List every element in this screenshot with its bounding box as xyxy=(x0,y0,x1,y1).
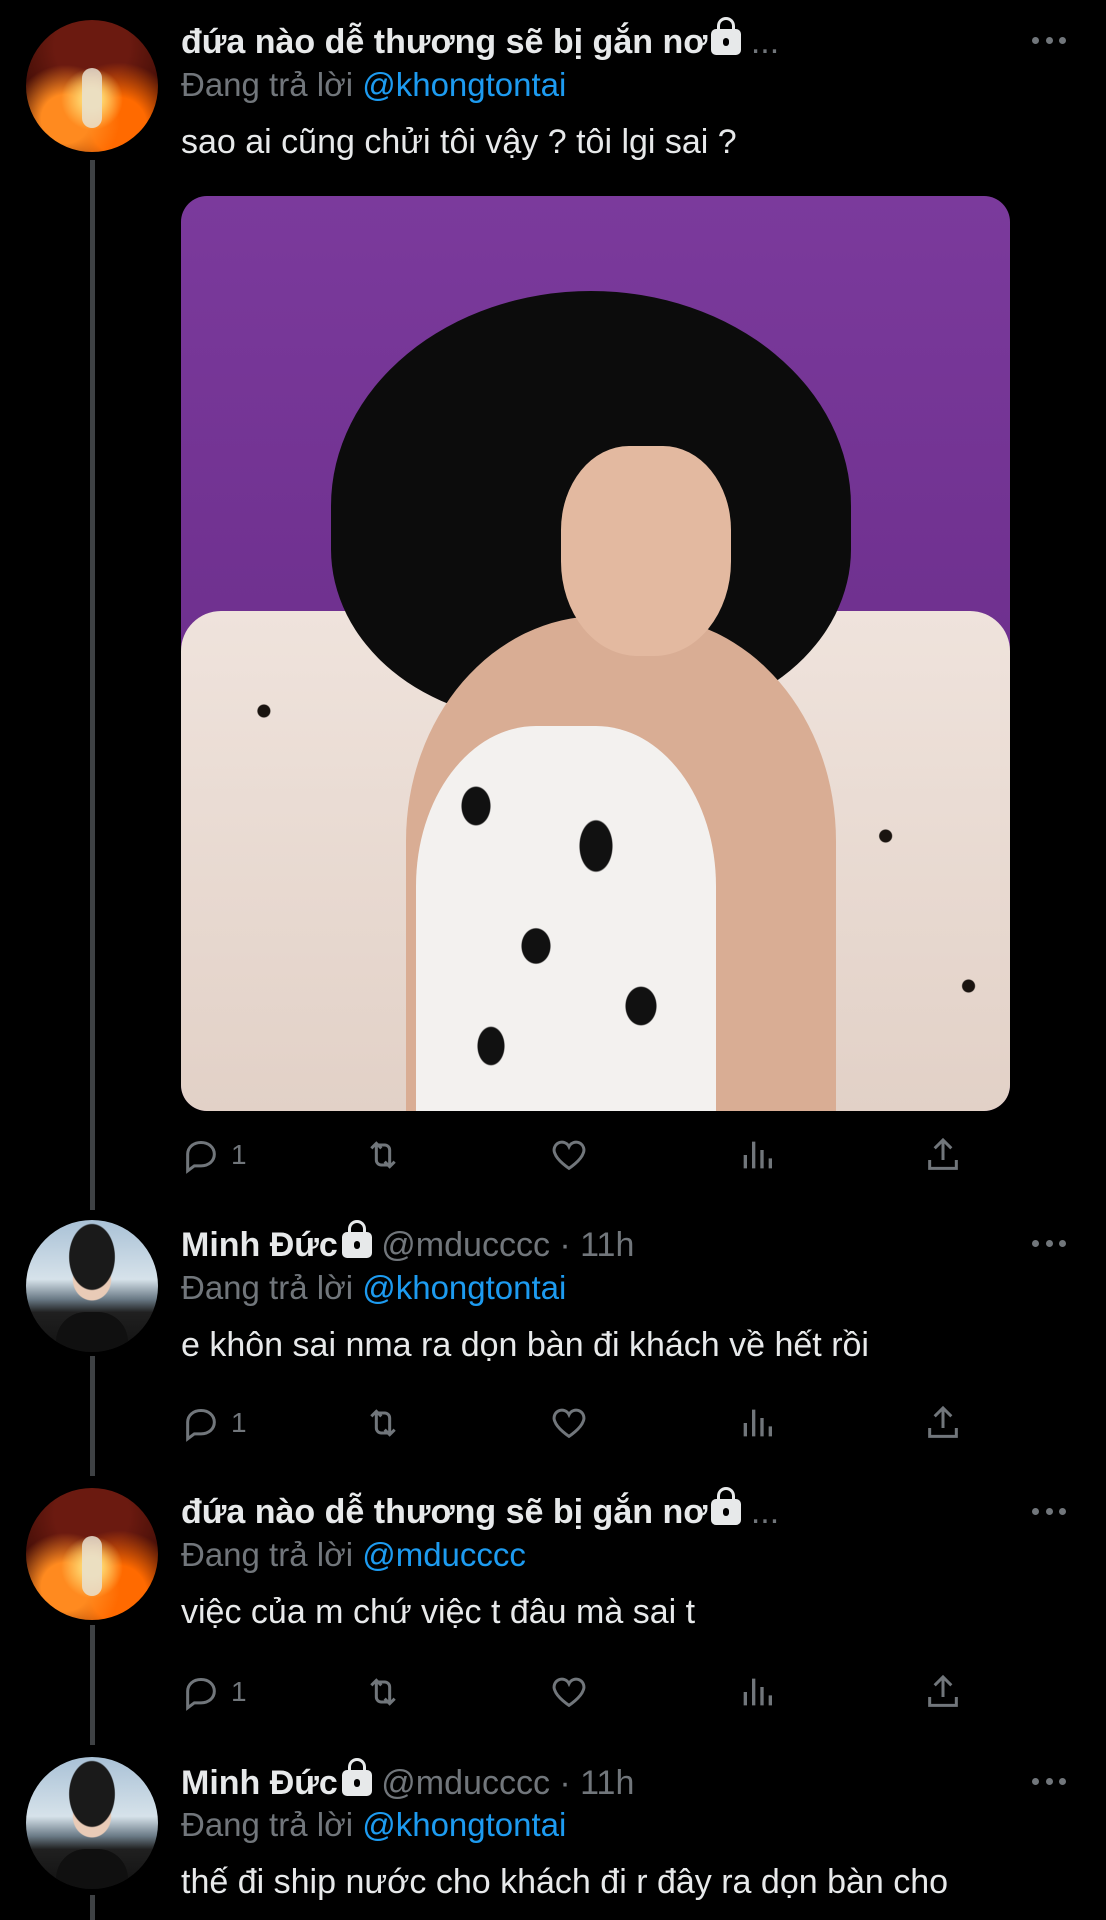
avatar[interactable] xyxy=(26,20,158,152)
display-name[interactable]: đứa nào dễ thương sẽ bị gắn nơ xyxy=(181,23,707,61)
heart-icon xyxy=(552,1140,586,1171)
more-options-icon[interactable] xyxy=(1032,1506,1066,1516)
tweet-text: thế đi ship nước cho khách đi r đây ra d… xyxy=(181,1863,949,1901)
heart-icon xyxy=(552,1408,586,1439)
tweet-text: việc của m chứ việc t đâu mà sai t xyxy=(181,1593,696,1631)
tweet-text: e khôn sai nma ra dọn bàn đi khách về hế… xyxy=(181,1326,869,1364)
tweet-header: Minh Đức @mducccc · 11h xyxy=(181,1220,634,1265)
reply-button[interactable]: 1 xyxy=(181,1401,247,1445)
name-truncation: ... xyxy=(750,1493,780,1531)
lock-icon xyxy=(711,17,742,55)
tweet[interactable]: Minh Đức @mducccc · 11h Đang trả lời @kh… xyxy=(0,1200,1106,1480)
tweet-header: Minh Đức @mducccc · 11h xyxy=(181,1758,634,1803)
tweet[interactable]: Minh Đức @mducccc · 11h Đang trả lời @kh… xyxy=(0,1737,1106,1920)
display-name[interactable]: đứa nào dễ thương sẽ bị gắn nơ xyxy=(181,1493,707,1531)
share-icon xyxy=(928,1674,958,1707)
retweet-button[interactable] xyxy=(363,1670,403,1714)
avatar[interactable] xyxy=(26,1220,158,1352)
retweet-button[interactable] xyxy=(363,1401,403,1445)
share-button[interactable] xyxy=(923,1670,963,1714)
tweet-actions: 1 xyxy=(181,1670,967,1714)
heart-icon xyxy=(552,1677,586,1708)
tweet[interactable]: đứa nào dễ thương sẽ bị gắn nơ ... Đang … xyxy=(0,1468,1106,1748)
reply-count: 1 xyxy=(231,1139,247,1170)
mention-link[interactable]: @khongtontai xyxy=(362,1806,566,1843)
share-icon xyxy=(928,1405,958,1438)
tweet-header: đứa nào dễ thương sẽ bị gắn nơ ... xyxy=(181,1487,780,1532)
replying-to-label: Đang trả lời xyxy=(181,1536,354,1573)
tweet-text: sao ai cũng chửi tôi vậy ? tôi lgi sai ? xyxy=(181,123,737,161)
replying-to: Đang trả lời @khongtontai xyxy=(181,65,566,105)
avatar[interactable] xyxy=(26,1488,158,1620)
tweet-actions: 1 xyxy=(181,1133,967,1177)
tweet-actions: 1 xyxy=(181,1401,967,1445)
more-options-icon[interactable] xyxy=(1032,35,1066,45)
display-name[interactable]: Minh Đức xyxy=(181,1226,338,1264)
lock-icon xyxy=(711,1487,742,1525)
retweet-icon xyxy=(370,1409,396,1437)
retweet-button[interactable] xyxy=(363,1133,403,1177)
tweet[interactable]: đứa nào dễ thương sẽ bị gắn nơ ... Đang … xyxy=(0,0,1106,1210)
analytics-icon xyxy=(743,1678,772,1706)
reply-count: 1 xyxy=(231,1676,247,1707)
replying-to-label: Đang trả lời xyxy=(181,1269,354,1306)
reply-icon xyxy=(186,1677,216,1711)
analytics-icon xyxy=(743,1141,772,1169)
retweet-icon xyxy=(370,1141,396,1169)
reply-icon xyxy=(186,1140,216,1174)
mention-link[interactable]: @mducccc xyxy=(362,1536,526,1573)
like-button[interactable] xyxy=(549,1133,589,1177)
replying-to-label: Đang trả lời xyxy=(181,1806,354,1843)
user-handle[interactable]: @mducccc xyxy=(381,1226,550,1264)
tweet-header: đứa nào dễ thương sẽ bị gắn nơ ... xyxy=(181,17,780,62)
like-button[interactable] xyxy=(549,1401,589,1445)
timestamp[interactable]: · 11h xyxy=(559,1764,634,1802)
lock-icon xyxy=(341,1758,372,1796)
reply-button[interactable]: 1 xyxy=(181,1133,247,1177)
views-button[interactable] xyxy=(737,1133,777,1177)
replying-to: Đang trả lời @khongtontai xyxy=(181,1805,566,1845)
name-truncation: ... xyxy=(750,23,780,61)
replying-to-label: Đang trả lời xyxy=(181,66,354,103)
retweet-icon xyxy=(370,1678,396,1706)
mention-link[interactable]: @khongtontai xyxy=(362,66,566,103)
replying-to: Đang trả lời @mducccc xyxy=(181,1535,526,1575)
reply-count: 1 xyxy=(231,1407,247,1438)
views-button[interactable] xyxy=(737,1401,777,1445)
share-icon xyxy=(928,1137,958,1170)
share-button[interactable] xyxy=(923,1133,963,1177)
timestamp[interactable]: · 11h xyxy=(559,1226,634,1264)
more-options-icon[interactable] xyxy=(1032,1776,1066,1786)
mention-link[interactable]: @khongtontai xyxy=(362,1269,566,1306)
lock-icon xyxy=(341,1220,372,1258)
tweet-media-image[interactable] xyxy=(181,196,1010,1111)
user-handle[interactable]: @mducccc xyxy=(381,1764,550,1802)
replying-to: Đang trả lời @khongtontai xyxy=(181,1268,566,1308)
reply-icon xyxy=(186,1408,216,1442)
share-button[interactable] xyxy=(923,1401,963,1445)
display-name[interactable]: Minh Đức xyxy=(181,1764,338,1802)
reply-button[interactable]: 1 xyxy=(181,1670,247,1714)
like-button[interactable] xyxy=(549,1670,589,1714)
avatar[interactable] xyxy=(26,1757,158,1889)
image-dress xyxy=(416,726,716,1111)
more-options-icon[interactable] xyxy=(1032,1238,1066,1248)
views-button[interactable] xyxy=(737,1670,777,1714)
analytics-icon xyxy=(743,1409,772,1437)
image-face xyxy=(561,446,731,656)
